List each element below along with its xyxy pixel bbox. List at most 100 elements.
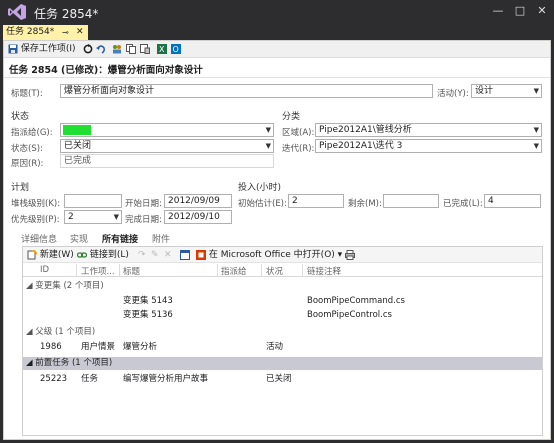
link-to-label: 链接到(L) bbox=[89, 250, 129, 260]
chevron-down-icon: ▼ bbox=[533, 87, 539, 95]
column-work-item-type[interactable]: 工作项... bbox=[81, 265, 115, 277]
delete-icon[interactable]: ✕ bbox=[164, 249, 172, 261]
row-type: 用户情景 bbox=[81, 342, 116, 352]
column-id[interactable]: ID bbox=[40, 265, 49, 275]
row-type: 任务 bbox=[81, 374, 99, 384]
link-icon[interactable] bbox=[140, 44, 150, 54]
state-label: 状态(S): bbox=[11, 144, 43, 154]
save-icon bbox=[8, 44, 18, 53]
maximize-button[interactable]: □ bbox=[510, 2, 530, 20]
user-group-icon[interactable] bbox=[112, 44, 122, 54]
close-window-button[interactable]: ✕ bbox=[532, 2, 552, 20]
link-group-label: 前置任务 (1 个项目) bbox=[35, 358, 113, 368]
original-estimate-field[interactable]: 2 bbox=[288, 194, 344, 208]
tab-attachments[interactable]: 附件 bbox=[152, 232, 170, 245]
links-toolbar: 新建(W) 链接到(L) ↷ ✎ ✕ 在 Microsoft Office 中打… bbox=[23, 247, 542, 263]
completed-field[interactable]: 4 bbox=[484, 194, 541, 208]
start-date-field[interactable]: 2012/09/09 bbox=[164, 194, 232, 208]
document-tab[interactable]: 任务 2854* ⊸ ✕ bbox=[3, 25, 88, 40]
iteration-select[interactable]: Pipe2012A1\迭代 3 ▼ bbox=[315, 139, 542, 153]
redo-icon[interactable]: ↷ bbox=[138, 249, 146, 261]
edit-icon[interactable]: ✎ bbox=[151, 249, 159, 261]
iteration-label: 迭代(R): bbox=[282, 144, 315, 154]
work-item-toolbar: 保存工作项(I) X O bbox=[4, 41, 550, 58]
new-item-icon bbox=[27, 249, 37, 259]
svg-text:X: X bbox=[159, 45, 165, 54]
completed-label: 已完成(L): bbox=[443, 199, 483, 209]
table-row[interactable]: 变更集 5136 BoomPipeControl.cs bbox=[23, 309, 542, 321]
column-divider bbox=[302, 264, 303, 276]
assigned-to-label: 指派给(G): bbox=[11, 128, 53, 138]
reason-label: 原因(R): bbox=[11, 159, 44, 169]
chevron-down-icon: ▼ bbox=[533, 126, 539, 134]
state-value: 已关闭 bbox=[64, 141, 92, 151]
column-divider bbox=[119, 264, 120, 276]
save-work-item-button[interactable]: 保存工作项(I) bbox=[8, 43, 76, 56]
collapse-icon[interactable]: ◢ bbox=[26, 327, 33, 337]
start-date-label: 开始日期: bbox=[125, 199, 162, 209]
title-field[interactable]: 爆管分析面向对象设计 bbox=[60, 84, 433, 98]
table-row[interactable]: 变更集 5143 BoomPipeCommand.cs bbox=[23, 295, 542, 307]
excel-icon[interactable]: X bbox=[157, 44, 167, 54]
row-comment: BoomPipeControl.cs bbox=[307, 310, 392, 320]
open-in-office-button[interactable]: 在 Microsoft Office 中打开(O) ▾ bbox=[196, 249, 342, 261]
links-column-header: ID 工作项... 标题 指派给 状况 链接注释 bbox=[23, 263, 542, 277]
link-group-changesets[interactable]: ◢ 变更集 (2 个项目) bbox=[23, 280, 542, 293]
office-icon bbox=[196, 249, 206, 260]
activity-select[interactable]: 设计 ▼ bbox=[471, 84, 542, 98]
row-id: 1986 bbox=[40, 342, 62, 352]
new-link-button[interactable]: 新建(W) bbox=[27, 249, 74, 261]
activity-label: 活动(Y): bbox=[437, 89, 469, 99]
link-group-predecessor[interactable]: ◢ 前置任务 (1 个项目) bbox=[23, 357, 542, 370]
tab-details[interactable]: 详细信息 bbox=[21, 232, 57, 245]
window-title: 任务 2854* bbox=[34, 7, 99, 21]
outlook-icon[interactable]: O bbox=[171, 44, 181, 54]
tab-all-links[interactable]: 所有链接 bbox=[102, 232, 138, 245]
remaining-label: 剩余(M): bbox=[348, 199, 382, 209]
table-row[interactable]: 25223 任务 编写爆管分析用户故事 已关闭 bbox=[23, 373, 542, 385]
divider bbox=[4, 77, 550, 78]
priority-select[interactable]: 2 ▼ bbox=[64, 210, 122, 224]
row-state: 已关闭 bbox=[266, 374, 292, 384]
minimize-button[interactable]: — bbox=[488, 2, 508, 20]
link-group-label: 变更集 (2 个项目) bbox=[35, 281, 104, 291]
finish-date-field[interactable]: 2012/09/10 bbox=[164, 210, 232, 224]
collapse-icon[interactable]: ◢ bbox=[26, 281, 33, 291]
finish-date-label: 完成日期: bbox=[125, 215, 162, 225]
undo-icon[interactable] bbox=[96, 44, 106, 54]
row-title: 变更集 5143 bbox=[123, 296, 173, 306]
print-icon[interactable] bbox=[345, 250, 355, 260]
priority-value: 2 bbox=[68, 212, 74, 222]
assigned-to-select[interactable]: ▼ bbox=[60, 123, 274, 137]
links-panel: 新建(W) 链接到(L) ↷ ✎ ✕ 在 Microsoft Office 中打… bbox=[22, 246, 543, 436]
column-state[interactable]: 状况 bbox=[266, 265, 283, 277]
svg-text:O: O bbox=[173, 45, 179, 54]
tab-implementation[interactable]: 实现 bbox=[70, 232, 88, 245]
close-tab-icon[interactable]: ✕ bbox=[76, 25, 84, 40]
pin-icon[interactable]: ⊸ bbox=[62, 25, 69, 40]
collapse-icon[interactable]: ◢ bbox=[26, 358, 33, 368]
plan-section-header: 计划 bbox=[11, 183, 30, 193]
table-row[interactable]: 1986 用户情景 爆管分析 活动 bbox=[23, 341, 542, 353]
remaining-field[interactable] bbox=[383, 194, 439, 208]
link-group-parent[interactable]: ◢ 父级 (1 个项目) bbox=[23, 326, 542, 339]
open-item-icon[interactable] bbox=[180, 250, 190, 260]
status-section-header: 状态 bbox=[11, 112, 30, 122]
stack-rank-field[interactable] bbox=[64, 194, 122, 208]
title-bar: 任务 2854* — □ ✕ bbox=[0, 0, 554, 24]
title-label: 标题(T): bbox=[11, 89, 43, 99]
visual-studio-logo-icon bbox=[8, 4, 26, 20]
link-group-label: 父级 (1 个项目) bbox=[35, 327, 96, 337]
column-assigned-to[interactable]: 指派给 bbox=[221, 265, 247, 277]
copy-icon[interactable] bbox=[126, 44, 136, 54]
row-id: 25223 bbox=[40, 374, 68, 384]
priority-label: 优先级别(P): bbox=[11, 215, 60, 225]
state-select[interactable]: 已关闭 ▼ bbox=[60, 139, 274, 153]
row-title: 变更集 5136 bbox=[123, 310, 173, 320]
link-to-button[interactable]: 链接到(L) bbox=[77, 249, 129, 261]
area-select[interactable]: Pipe2012A1\管线分析 ▼ bbox=[315, 123, 542, 137]
column-title[interactable]: 标题 bbox=[123, 265, 140, 277]
column-link-comment[interactable]: 链接注释 bbox=[307, 265, 341, 277]
refresh-icon[interactable] bbox=[83, 44, 93, 54]
row-title: 爆管分析 bbox=[123, 342, 158, 352]
